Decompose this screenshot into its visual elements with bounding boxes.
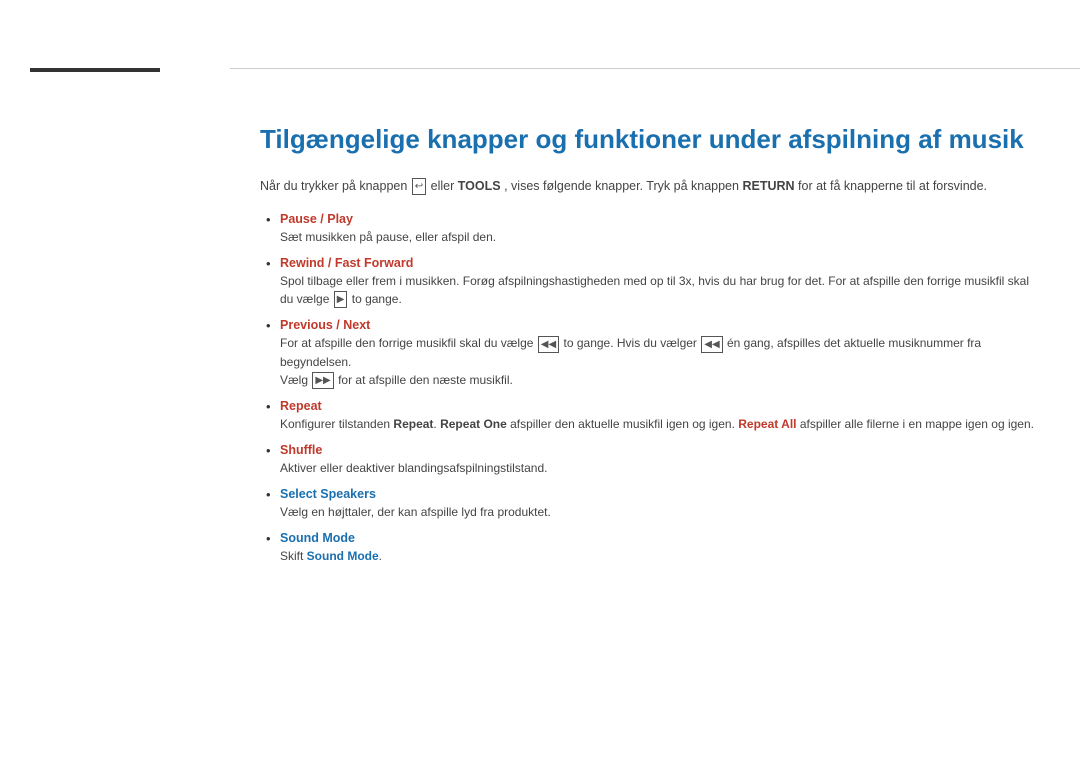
prev-icon-inline1: ◀◀ [538, 336, 559, 353]
list-item-previous-next: Previous / Next For at afspille den forr… [280, 318, 1040, 389]
repeat-title: Repeat [280, 399, 1040, 413]
list-item-sound-mode: Sound Mode Skift Sound Mode. [280, 531, 1040, 565]
list-item-rewind: Rewind / Fast Forward Spol tilbage eller… [280, 256, 1040, 308]
shuffle-desc: Aktiver eller deaktiver blandingsafspiln… [280, 461, 547, 475]
tools-icon: ↩ [412, 178, 426, 195]
next-icon-inline: ▶▶ [312, 372, 333, 389]
page-container: Tilgængelige knapper og funktioner under… [0, 0, 1080, 763]
list-item-repeat: Repeat Konfigurer tilstanden Repeat. Rep… [280, 399, 1040, 433]
intro-text-before: Når du trykker på knappen [260, 179, 407, 193]
intro-text-after: , vises følgende knapper. Tryk på knappe… [504, 179, 739, 193]
select-speakers-desc: Vælg en højttaler, der kan afspille lyd … [280, 505, 551, 519]
intro-paragraph: Når du trykker på knappen ↩ eller TOOLS … [260, 177, 1040, 196]
repeat-desc: Konfigurer tilstanden Repeat. Repeat One… [280, 417, 1034, 431]
prev-next-title: Previous / Next [280, 318, 1040, 332]
list-item-select-speakers: Select Speakers Vælg en højttaler, der k… [280, 487, 1040, 521]
prev-icon-inline2: ◀◀ [701, 336, 722, 353]
sound-mode-bold: Sound Mode [307, 549, 379, 563]
repeat-all-bold: Repeat All [738, 417, 796, 431]
sidebar [0, 0, 230, 763]
intro-text-end: for at få knapperne til at forsvinde. [798, 179, 987, 193]
repeat-bold1: Repeat [393, 417, 433, 431]
list-item-shuffle: Shuffle Aktiver eller deaktiver blanding… [280, 443, 1040, 477]
main-content: Tilgængelige knapper og funktioner under… [230, 68, 1080, 763]
sidebar-accent-bar [30, 68, 160, 72]
pause-play-desc: Sæt musikken på pause, eller afspil den. [280, 230, 496, 244]
tools-keyword: TOOLS [458, 179, 501, 193]
sound-mode-title: Sound Mode [280, 531, 1040, 545]
feature-list: Pause / Play Sæt musikken på pause, elle… [260, 212, 1040, 565]
pause-play-title: Pause / Play [280, 212, 1040, 226]
list-item-pause-play: Pause / Play Sæt musikken på pause, elle… [280, 212, 1040, 246]
prev-next-desc: For at afspille den forrige musikfil ska… [280, 336, 981, 386]
shuffle-title: Shuffle [280, 443, 1040, 457]
rewind-desc: Spol tilbage eller frem i musikken. Forø… [280, 274, 1029, 306]
select-speakers-title: Select Speakers [280, 487, 1040, 501]
sound-mode-desc: Skift Sound Mode. [280, 549, 382, 563]
play-icon-inline: ▶ [334, 291, 348, 308]
repeat-bold2: Repeat One [440, 417, 507, 431]
page-title: Tilgængelige knapper og funktioner under… [260, 124, 1040, 155]
intro-text-or: eller [431, 179, 458, 193]
rewind-title: Rewind / Fast Forward [280, 256, 1040, 270]
return-keyword: RETURN [742, 179, 794, 193]
